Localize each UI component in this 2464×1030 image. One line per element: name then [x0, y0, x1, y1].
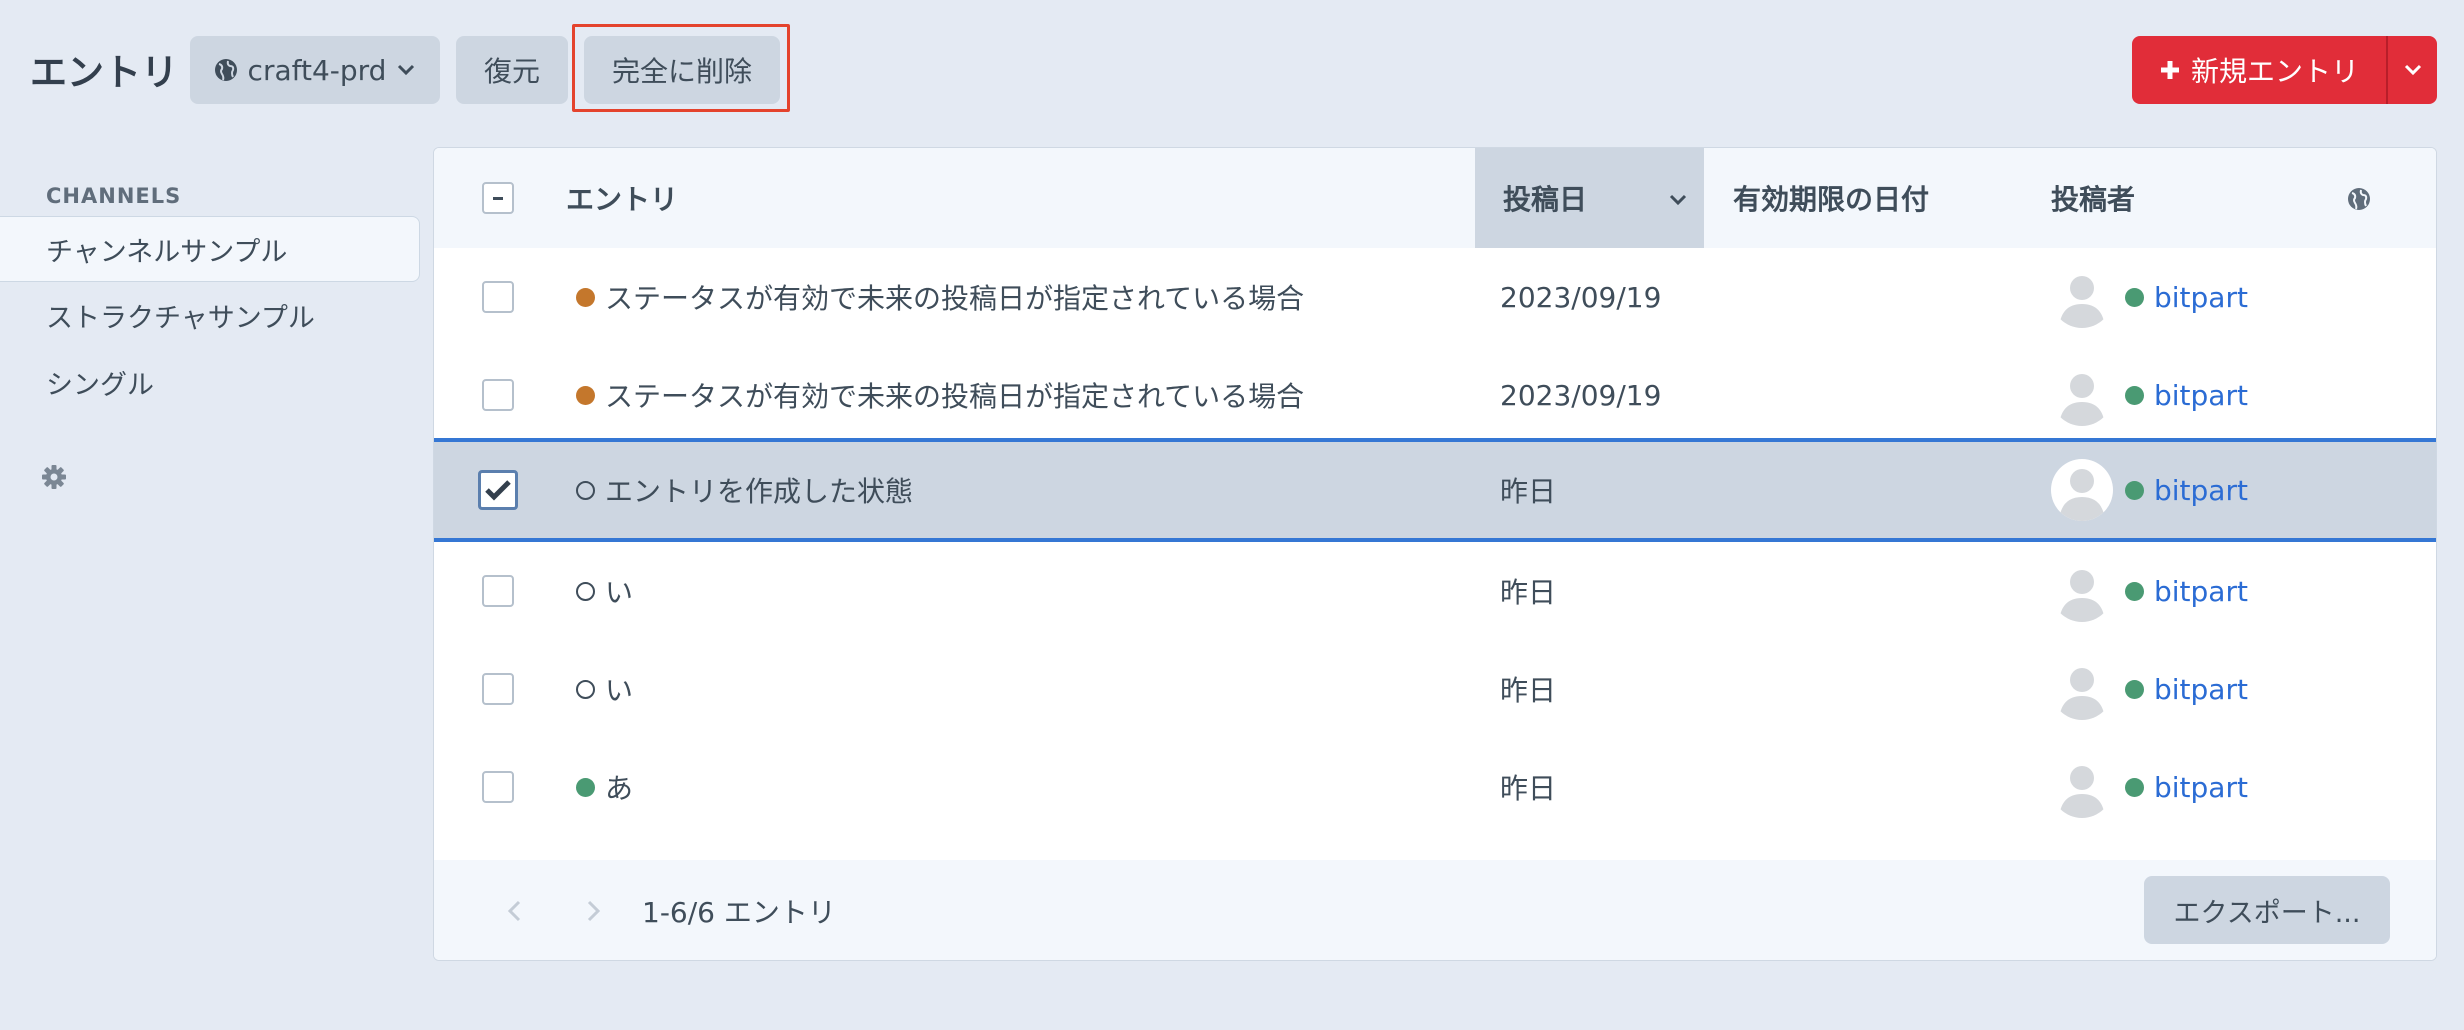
user-status-dot [2125, 385, 2144, 405]
plus-icon [2160, 61, 2179, 79]
entry-title-cell[interactable]: エントリを作成した状態 [576, 442, 913, 538]
sidebar-item-channel-sample[interactable]: チャンネルサンプル [0, 216, 420, 282]
new-entry-button-group: 新規エントリ [2132, 36, 2437, 104]
chevron-down-icon [1669, 194, 1687, 206]
author-cell: bitpart [2051, 640, 2248, 738]
sidebar-item-structure-sample[interactable]: ストラクチャサンプル [0, 282, 420, 348]
page-title: エントリ [30, 51, 178, 94]
avatar [2051, 266, 2113, 328]
select-all-checkbox[interactable] [482, 182, 514, 214]
column-header-label: 投稿日 [1503, 183, 1588, 216]
gear-icon[interactable] [41, 464, 67, 490]
sidebar-item-label: ストラクチャサンプル [46, 302, 315, 334]
entry-title: い [605, 576, 634, 609]
author-cell: bitpart [2051, 248, 2248, 346]
sidebar-item-single[interactable]: シングル [0, 349, 420, 415]
sidebar-item-label: チャンネルサンプル [46, 236, 288, 268]
chevron-down-icon [2404, 64, 2421, 76]
sidebar-item-label: シングル [46, 369, 154, 401]
globe-icon[interactable] [2347, 187, 2371, 211]
post-date-cell: 2023/09/19 [1500, 280, 1662, 314]
table-header: エントリ 投稿日 有効期限の日付 投稿者 [434, 148, 2436, 248]
delete-permanently-button[interactable]: 完全に削除 [584, 36, 780, 104]
new-entry-label: 新規エントリ [2190, 55, 2359, 88]
user-status-dot [2125, 480, 2144, 500]
author-link[interactable]: bitpart [2154, 771, 2248, 804]
entry-title: ステータスが有効で未来の投稿日が指定されている場合 [605, 380, 1305, 413]
entry-title-cell[interactable]: い [576, 542, 633, 640]
avatar [2051, 658, 2113, 720]
entry-title: い [605, 674, 634, 707]
status-disabled-icon [576, 581, 595, 601]
site-selector-button[interactable]: craft4-prd [190, 36, 440, 104]
entry-title-cell[interactable]: ステータスが有効で未来の投稿日が指定されている場合 [576, 248, 1304, 346]
entry-title: あ [605, 772, 634, 805]
restore-button[interactable]: 復元 [456, 36, 568, 104]
author-link[interactable]: bitpart [2154, 673, 2248, 706]
author-link[interactable]: bitpart [2154, 281, 2248, 314]
status-disabled-icon [576, 679, 595, 699]
row-checkbox-checked[interactable] [478, 470, 518, 510]
post-date-cell: 2023/09/19 [1500, 378, 1662, 412]
author-link[interactable]: bitpart [2154, 379, 2248, 412]
chevron-left-icon[interactable] [504, 894, 524, 928]
table-row[interactable]: ステータスが有効で未来の投稿日が指定されている場合 2023/09/19 bit… [434, 346, 2436, 444]
entry-title: エントリを作成した状態 [605, 475, 914, 508]
entries-table: エントリ 投稿日 有効期限の日付 投稿者 ステータスが有効で未来の投稿日が指定さ… [433, 147, 2437, 961]
table-row[interactable]: い 昨日 bitpart [434, 542, 2436, 640]
post-date-cell: 昨日 [1500, 674, 1557, 707]
status-enabled-icon [576, 777, 595, 797]
author-cell: bitpart [2051, 542, 2248, 640]
status-disabled-icon [576, 480, 595, 500]
table-row[interactable]: あ 昨日 bitpart [434, 738, 2436, 836]
author-cell: bitpart [2051, 442, 2248, 538]
entry-title-cell[interactable]: あ [576, 738, 633, 836]
avatar [2051, 756, 2113, 818]
table-footer: 1-6/6 エントリ エクスポート... [434, 860, 2436, 960]
new-entry-button[interactable]: 新規エントリ [2132, 36, 2388, 104]
avatar [2051, 560, 2113, 622]
site-selector-label: craft4-prd [247, 53, 387, 87]
author-link[interactable]: bitpart [2154, 575, 2248, 608]
entry-title-cell[interactable]: ステータスが有効で未来の投稿日が指定されている場合 [576, 346, 1304, 444]
table-row[interactable]: い 昨日 bitpart [434, 640, 2436, 738]
author-cell: bitpart [2051, 346, 2248, 444]
table-row[interactable]: ステータスが有効で未来の投稿日が指定されている場合 2023/09/19 bit… [434, 248, 2436, 346]
user-status-dot [2125, 679, 2144, 699]
table-row-selected[interactable]: エントリを作成した状態 昨日 bitpart [434, 438, 2436, 542]
status-live-icon [576, 287, 595, 307]
row-checkbox[interactable] [482, 379, 514, 411]
row-checkbox[interactable] [482, 771, 514, 803]
column-header-expiry-date[interactable]: 有効期限の日付 [1733, 148, 1929, 248]
user-status-dot [2125, 777, 2144, 797]
status-live-icon [576, 385, 595, 405]
row-checkbox[interactable] [482, 673, 514, 705]
author-link[interactable]: bitpart [2154, 474, 2248, 507]
avatar [2051, 364, 2113, 426]
post-date-cell: 昨日 [1500, 772, 1557, 805]
user-status-dot [2125, 581, 2144, 601]
new-entry-menu-button[interactable] [2388, 36, 2437, 104]
entry-title-cell[interactable]: い [576, 640, 633, 738]
column-header-post-date[interactable]: 投稿日 [1475, 148, 1704, 248]
post-date-cell: 昨日 [1500, 576, 1557, 609]
user-status-dot [2125, 287, 2144, 307]
author-cell: bitpart [2051, 738, 2248, 836]
column-header-author[interactable]: 投稿者 [2051, 148, 2135, 248]
entry-title: ステータスが有効で未来の投稿日が指定されている場合 [605, 282, 1305, 315]
column-header-entry[interactable]: エントリ [566, 148, 678, 248]
export-button[interactable]: エクスポート... [2144, 876, 2390, 944]
chevron-down-icon [398, 64, 415, 76]
avatar [2051, 459, 2113, 521]
row-checkbox[interactable] [482, 281, 514, 313]
row-checkbox[interactable] [482, 575, 514, 607]
post-date-cell: 昨日 [1500, 475, 1557, 508]
pagination-count: 1-6/6 エントリ [642, 896, 836, 929]
checkmark-icon [485, 480, 511, 501]
sidebar-heading: CHANNELS [46, 184, 182, 208]
chevron-right-icon[interactable] [584, 894, 604, 928]
globe-icon [214, 59, 237, 81]
